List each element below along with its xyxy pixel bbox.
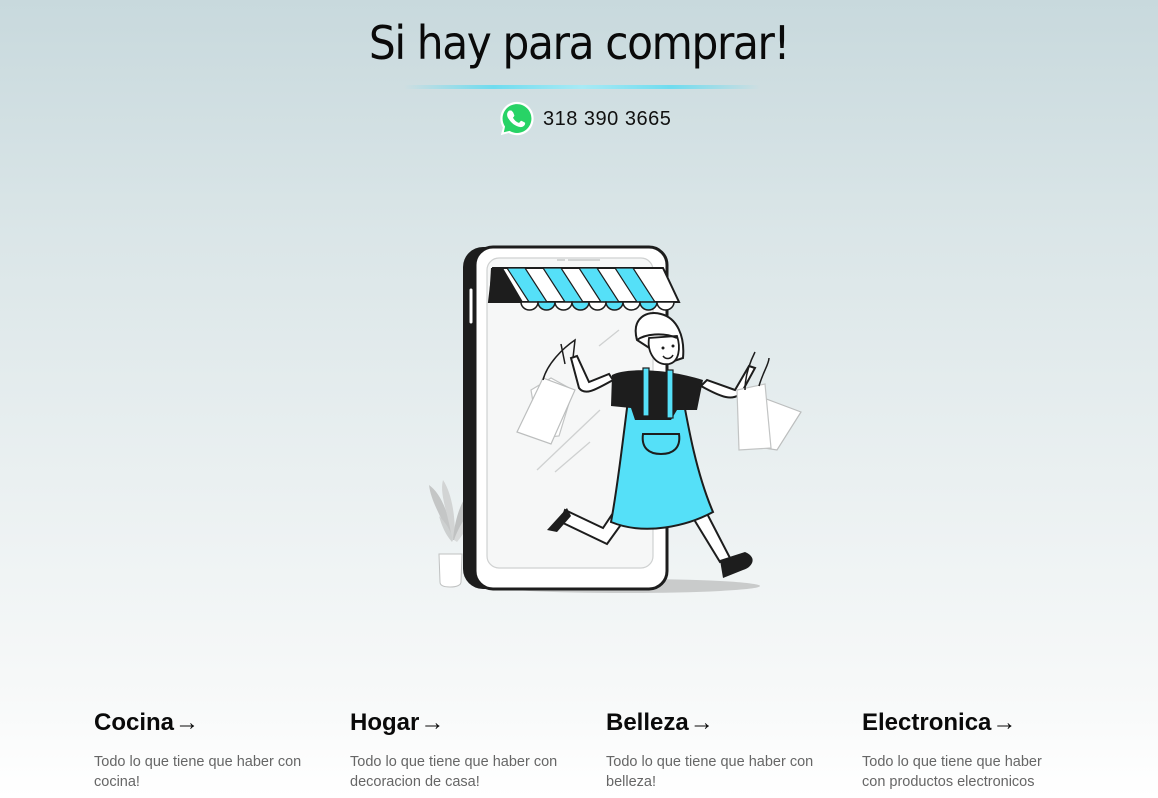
whatsapp-icon	[500, 101, 534, 136]
title-underline	[404, 85, 760, 89]
category-hogar[interactable]: Hogar → Todo lo que tiene que haber con …	[350, 707, 570, 792]
category-title[interactable]: Cocina	[94, 709, 174, 737]
arrow-right-icon: →	[992, 709, 1017, 736]
category-electronica[interactable]: Electronica → Todo lo que tiene que habe…	[862, 707, 1062, 792]
shopping-woman-phone-illustration	[429, 245, 802, 593]
category-title[interactable]: Electronica	[862, 709, 991, 737]
category-title[interactable]: Belleza	[606, 709, 689, 737]
category-description: Todo lo que tiene que haber con producto…	[862, 754, 1042, 790]
phone-number[interactable]: 318 390 3665	[543, 108, 671, 131]
category-description: Todo lo que tiene que haber con belleza!	[606, 754, 814, 790]
whatsapp-contact[interactable]: 318 390 3665	[498, 99, 671, 139]
category-title[interactable]: Hogar	[350, 709, 419, 737]
category-description: Todo lo que tiene que haber con cocina!	[94, 754, 302, 790]
category-belleza[interactable]: Belleza → Todo lo que tiene que haber co…	[606, 707, 826, 792]
category-cocina[interactable]: Cocina → Todo lo que tiene que haber con…	[94, 707, 314, 792]
arrow-right-icon: →	[420, 709, 445, 736]
arrow-right-icon: →	[175, 709, 200, 736]
arrow-right-icon: →	[689, 709, 714, 736]
page-title: Si hay para comprar!	[368, 16, 791, 70]
category-description: Todo lo que tiene que haber con decoraci…	[350, 754, 558, 790]
